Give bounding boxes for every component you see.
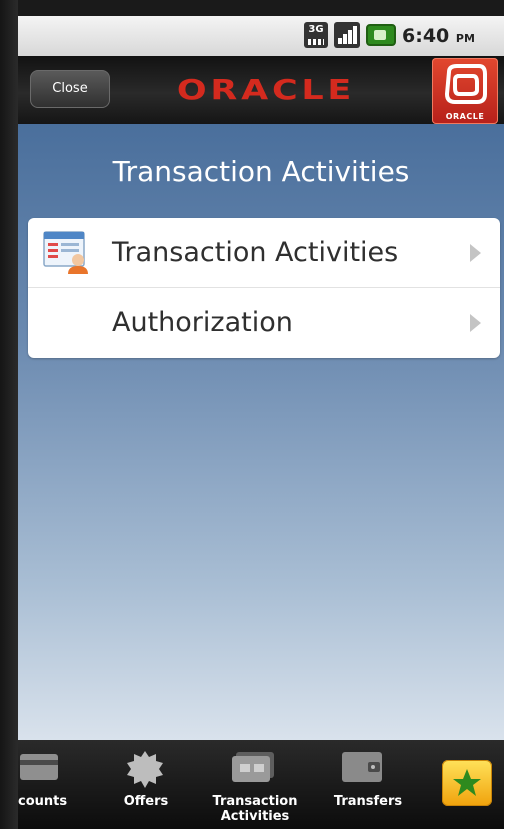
signal-strength-icon (334, 22, 360, 48)
battery-icon (366, 24, 396, 46)
screen-edge (504, 0, 509, 829)
network-3g-icon: 3G (304, 22, 328, 48)
oracle-app-icon[interactable]: ORACLE (432, 58, 498, 124)
menu-item-label: Transaction Activities (112, 237, 399, 268)
tab-accounts[interactable]: counts (18, 740, 88, 829)
status-bar: 3G 6:40 PM (18, 16, 504, 56)
menu-list: Transaction Activities Authorization (28, 218, 500, 358)
clock-time: 6:40 (402, 25, 450, 47)
main-content: Transaction Activities Transaction Activ… (18, 124, 504, 740)
device-bezel (0, 0, 18, 829)
clock-ampm: PM (455, 32, 475, 45)
swirl-logo-icon (444, 64, 487, 104)
tab-transfers[interactable]: Transfers (318, 740, 418, 829)
page-title: Transaction Activities (112, 155, 410, 188)
phone-screen: 3G 6:40 PM Close ORACLE ORACLE Transacti… (0, 0, 509, 829)
card-icon (20, 754, 58, 780)
app-header: Close ORACLE ORACLE (18, 56, 504, 124)
cards-icon (232, 752, 274, 782)
status-time: 6:40 PM (402, 22, 475, 50)
close-button[interactable]: Close (30, 70, 110, 108)
network-label: 3G (308, 24, 324, 35)
star-icon (453, 769, 481, 796)
tab-offers[interactable]: Offers (104, 740, 188, 829)
menu-item-transaction-activities[interactable]: Transaction Activities (28, 218, 500, 288)
app-icon-label: ORACLE (445, 112, 485, 121)
oracle-logo: ORACLE (176, 73, 356, 106)
bottom-tab-bar: counts Offers Transaction Activities Tra… (18, 740, 504, 829)
chevron-right-icon (470, 314, 481, 332)
user-list-icon (43, 231, 88, 274)
tab-label: Transfers (333, 794, 403, 809)
tab-transaction-activities[interactable]: Transaction Activities (200, 740, 310, 829)
favorites-button[interactable] (442, 760, 492, 806)
tab-label: counts (18, 794, 68, 809)
wallet-icon (342, 752, 382, 782)
tab-label: Offers (123, 794, 169, 809)
chevron-right-icon (470, 244, 481, 262)
menu-item-label: Authorization (112, 307, 293, 338)
tab-label: Transaction Activities (212, 794, 298, 824)
menu-item-authorization[interactable]: Authorization (28, 288, 500, 358)
gear-badge-icon (127, 751, 163, 788)
